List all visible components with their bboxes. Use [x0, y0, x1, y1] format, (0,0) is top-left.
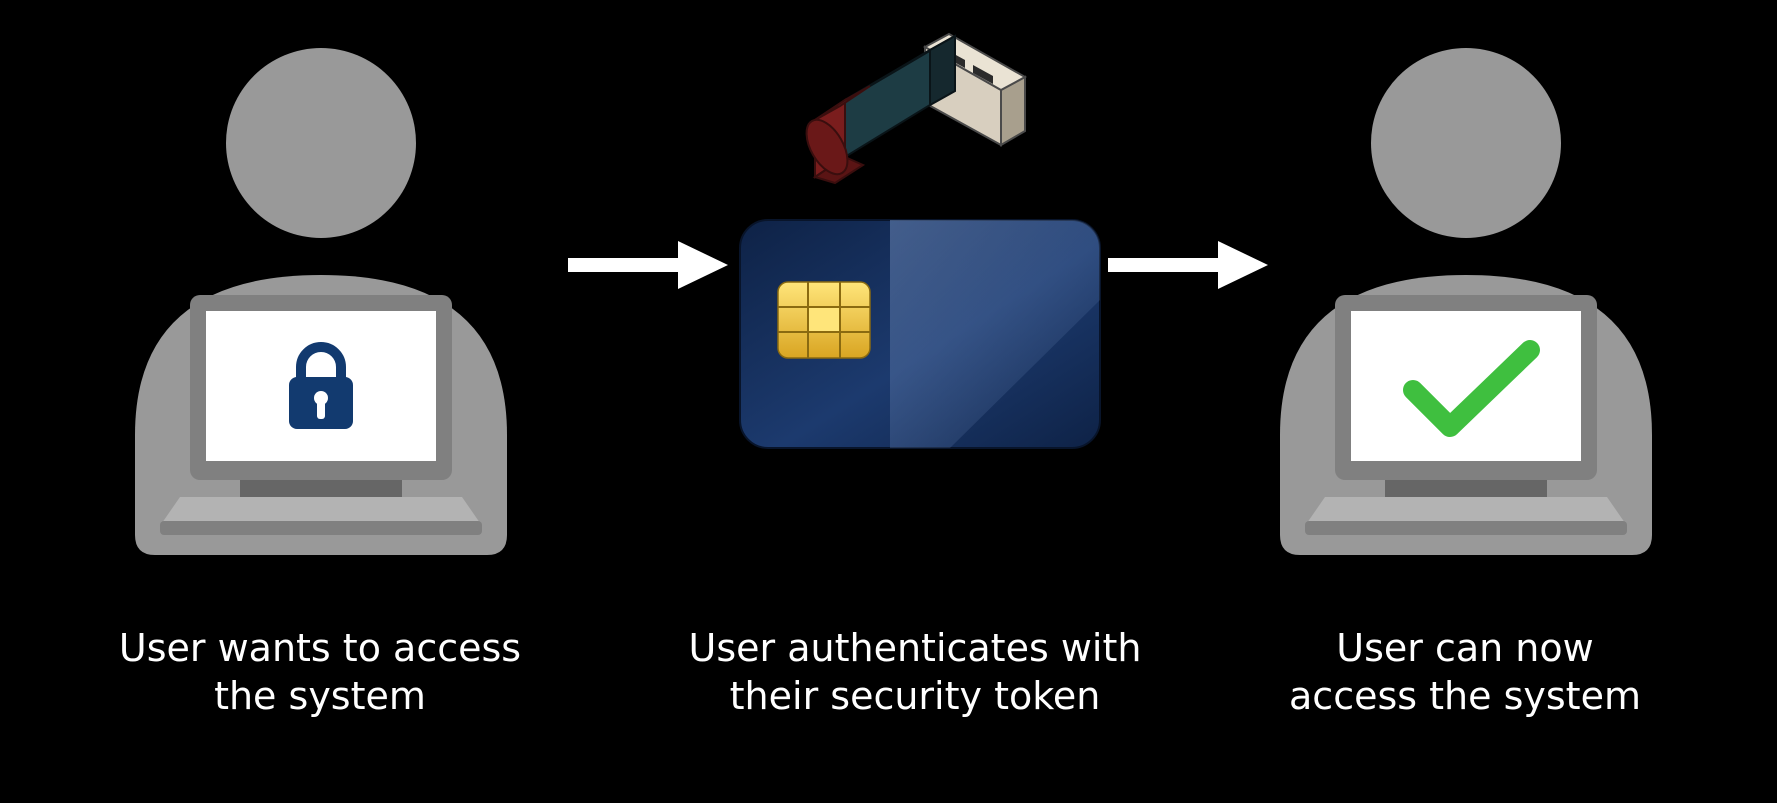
- step-authenticate: [720, 20, 1120, 500]
- user-laptop-locked-icon: [110, 35, 530, 565]
- arrow-right-icon: [1100, 235, 1270, 295]
- arrow-1: [560, 235, 730, 295]
- caption-request: User wants to access the system: [105, 625, 535, 720]
- step-request: [110, 35, 530, 565]
- step-granted: [1255, 35, 1675, 565]
- arrow-2: [1100, 235, 1270, 295]
- user-laptop-granted-icon: [1255, 35, 1675, 565]
- caption-authenticate: User authenticates with their security t…: [665, 625, 1165, 720]
- smart-card-icon: [740, 220, 1100, 448]
- security-tokens-icon: [720, 20, 1120, 500]
- usb-token-icon: [798, 34, 1025, 183]
- diagram-stage: User wants to access the system User aut…: [0, 0, 1777, 803]
- arrow-right-icon: [560, 235, 730, 295]
- caption-granted: User can now access the system: [1255, 625, 1675, 720]
